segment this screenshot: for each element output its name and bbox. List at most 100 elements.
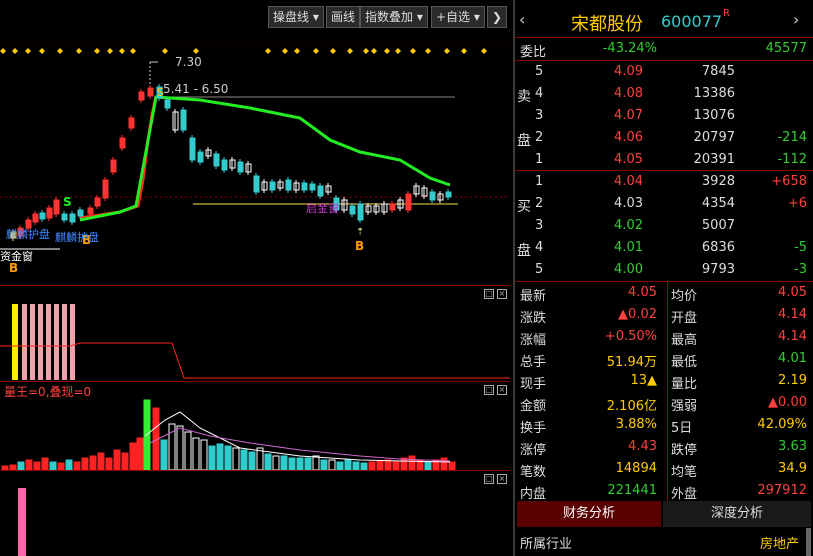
scrollbar[interactable] [806,528,811,556]
restore-icon[interactable]: □ [484,474,494,484]
level-price[interactable]: 4.04 [614,174,643,189]
level-index: 4 [535,240,544,255]
signal-diamond [425,48,431,54]
candle [180,109,187,131]
level-index: 2 [535,196,544,211]
quote-row: 总手 51.94万 最低 4.01 [515,348,813,370]
total-value: 51.94万 [606,355,657,370]
buy_side-level-row: 4 4.01 6836 -5 [515,237,813,259]
level-index: 4 [535,86,544,101]
buy_side-level-row: 1 4.04 3928 +658 [515,171,813,193]
candle [94,197,101,207]
annotation-mid: 启金窗 [306,201,339,215]
level-volume: 20797 [693,130,735,145]
strength-value: ▲0.00 [768,395,807,410]
latest-label: 最新 [520,289,547,304]
volume-bar [384,459,392,470]
next-stock-icon[interactable]: › [793,10,799,29]
up-arrow-icon: ⇡ [356,227,364,238]
stock-header: ‹ 宋都股份 600077 R › [515,6,813,36]
volume-bar [81,457,89,470]
level-volume: 5007 [701,218,735,233]
candlesticks [10,84,452,241]
signal-diamonds [0,48,487,54]
turnover-value: 3.88% [615,417,657,432]
indicator-bar [38,304,43,380]
tab-financial[interactable]: 财务分析 [517,501,661,527]
tab-depth[interactable]: 深度分析 [663,501,811,527]
level-price[interactable]: 4.02 [614,218,643,233]
signal-diamond [119,48,125,54]
volume-bar [129,442,137,470]
annotation-fund: 资金窗 [0,249,33,263]
indicator-line [0,342,510,379]
restore-icon[interactable]: □ [484,385,494,395]
divider [0,381,510,382]
level-index: 3 [535,108,544,123]
quote-row: 换手 3.88% 5日 42.09% [515,414,813,436]
volume-bar [280,455,288,470]
amount-value: 2.106亿 [606,399,657,414]
avg-label: 均价 [671,289,698,304]
quote-row: 现手 13▲ 量比 2.19 [515,370,813,392]
volume-bar [73,461,81,470]
level-price[interactable]: 4.07 [614,108,643,123]
signal-diamond [265,48,271,54]
cur-label: 现手 [520,377,547,392]
volume-bar [344,459,352,470]
kline-chart-area[interactable]: 操盘线 ▾ 画线 指数叠加 ▾ +自选 ▾ ❯ 7.30 5.41 - 6.50… [0,0,510,556]
candle [189,137,196,161]
volume-bar [192,437,200,470]
signal-diamond [461,48,467,54]
level-price[interactable]: 4.09 [614,64,643,79]
s-signal-left: S [63,195,72,209]
candle [221,159,228,171]
volume-bar [328,459,336,470]
sell_side-level-row: 3 4.07 13076 [515,105,813,127]
volume-bar [97,452,105,470]
level-index: 1 [535,174,544,189]
signal-diamond [481,48,487,54]
volume-bar [49,461,57,470]
close-icon[interactable]: × [497,474,507,484]
b-signal-1: B [9,261,18,275]
candle [69,213,76,223]
buy_side-level-row: 3 4.02 5007 [515,215,813,237]
candle [46,207,53,219]
amount-label: 金额 [520,399,547,414]
high-price-label: 7.30 [175,55,202,69]
level-price[interactable]: 4.01 [614,240,643,255]
close-icon[interactable]: × [497,385,507,395]
volume-bar [89,455,97,470]
signal-diamond [313,48,319,54]
volume-bar [65,459,73,470]
commission-label: 委比 [520,45,547,60]
d5-value: 42.09% [757,417,807,432]
candle [110,159,117,173]
level-price[interactable]: 4.00 [614,262,643,277]
indicator-bar [12,304,18,380]
prev-stock-icon[interactable]: ‹ [519,10,525,29]
avg-value: 4.05 [778,285,807,300]
kline-chart: 7.30 5.41 - 6.50 S S B B B ⇡ 麒麟护盘 麒麟护盘 资… [0,42,510,275]
high-label: 最高 [671,333,698,348]
level-volume: 6836 [701,240,735,255]
level-change: +658 [771,174,807,189]
avgtrade-label: 均笔 [671,465,698,480]
volume-bar [400,457,408,470]
volume-bar [176,425,184,470]
level-price[interactable]: 4.03 [614,196,643,211]
level-price[interactable]: 4.05 [614,152,643,167]
level-price[interactable]: 4.06 [614,130,643,145]
pct-value: +0.50% [604,329,657,344]
inner-value: 221441 [607,483,657,498]
volume-bar [368,461,376,470]
industry-value[interactable]: 房地产 [760,533,799,552]
s-signal-top: S [157,86,164,99]
buy_side-level-row: 2 4.03 4354 +6 [515,193,813,215]
indicator-bar [62,304,67,380]
low-value: 4.01 [778,351,807,366]
sell_side-level-row: 2 4.06 20797 -214 [515,127,813,149]
level-price[interactable]: 4.08 [614,86,643,101]
industry-label: 所属行业 [520,537,573,552]
